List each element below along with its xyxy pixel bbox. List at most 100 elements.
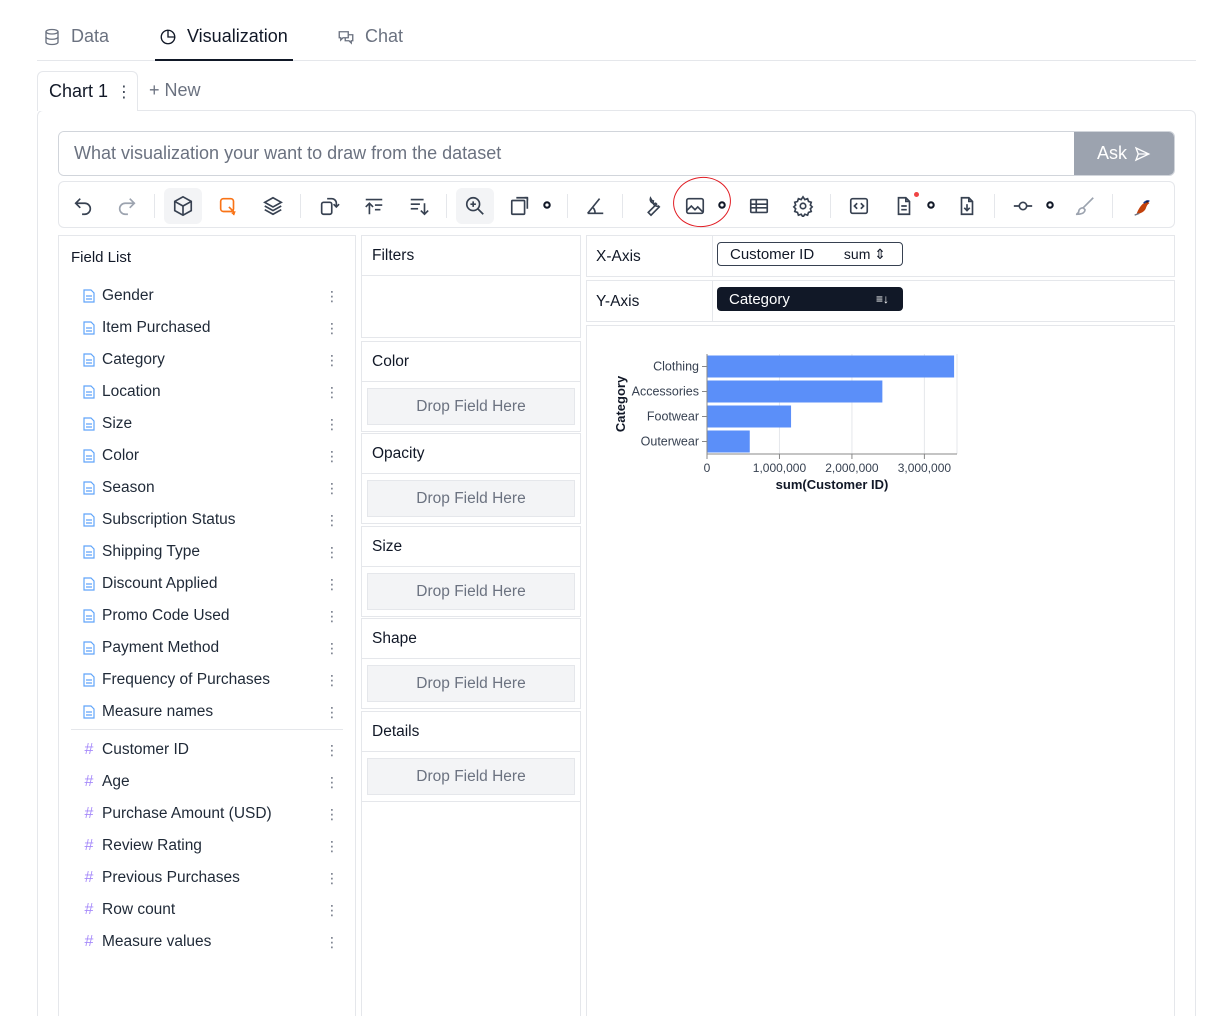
shape-drop-zone[interactable]: Drop Field Here [367,665,575,702]
data-table-button[interactable] [740,188,778,224]
more-vertical-icon[interactable]: ⋮ [325,775,339,789]
image-icon [685,197,705,215]
more-vertical-icon[interactable]: ⋮ [325,353,339,367]
commit-settings-icon[interactable] [1045,200,1055,210]
x-axis-title: sum(Customer ID) [776,477,889,492]
field-name: Item Purchased [102,319,211,336]
more-vertical-icon[interactable]: ⋮ [325,609,339,623]
layers-button[interactable] [254,188,292,224]
field-name: Size [102,415,133,432]
more-vertical-icon[interactable]: ⋮ [325,545,339,559]
field-measure[interactable]: # Previous Purchases ⋮ [83,866,343,890]
tab-visualization[interactable]: Visualization [155,26,293,61]
image-settings-icon[interactable] [717,200,727,210]
field-dimension[interactable]: Payment Method ⋮ [83,636,343,660]
more-vertical-icon[interactable]: ⋮ [325,673,339,687]
more-vertical-icon[interactable]: ⋮ [325,743,339,757]
download-button[interactable] [948,188,986,224]
ask-button[interactable]: Ask [1074,132,1174,175]
text-field-icon [83,385,95,399]
field-measure[interactable]: # Row count ⋮ [83,898,343,922]
field-name: Discount Applied [102,575,218,592]
paint-brush-button[interactable] [1066,188,1104,224]
field-measure[interactable]: # Customer ID ⋮ [83,738,343,762]
more-vertical-icon[interactable]: ⋮ [325,935,339,949]
zoom-button[interactable] [456,188,494,224]
resize-settings-icon[interactable] [542,200,552,210]
ask-input[interactable] [59,132,1074,175]
hash-icon: # [84,869,94,886]
export-file-settings-icon[interactable] [926,200,936,210]
opacity-drop-zone[interactable]: Drop Field Here [367,480,575,517]
redo-button[interactable] [108,188,146,224]
sort-ascending-icon [365,198,383,215]
field-name: Payment Method [102,639,220,656]
y-axis-row: Y-Axis Category ≡↓ [586,280,1175,322]
field-name: Promo Code Used [102,607,230,624]
field-dimension[interactable]: Promo Code Used ⋮ [83,604,343,628]
git-commit-icon [1013,201,1033,211]
details-drop-zone[interactable]: Drop Field Here [367,758,575,795]
field-dimension[interactable]: Measure names ⋮ [83,700,343,724]
mark-type-button[interactable] [164,188,202,224]
more-vertical-icon[interactable]: ⋮ [325,577,339,591]
field-dimension[interactable]: Subscription Status ⋮ [83,508,343,532]
field-dimension[interactable]: Color ⋮ [83,444,343,468]
more-vertical-icon[interactable]: ⋮ [325,705,339,719]
settings-button[interactable] [784,188,822,224]
field-dimension[interactable]: Size ⋮ [83,412,343,436]
field-dimension[interactable]: Category ⋮ [83,348,343,372]
theme-button[interactable] [1123,188,1161,224]
more-vertical-icon[interactable]: ⋮ [325,513,339,527]
tools-button[interactable] [632,188,670,224]
more-vertical-icon[interactable]: ⋮ [325,641,339,655]
notification-dot [914,192,919,197]
undo-button[interactable] [64,188,102,224]
field-measure[interactable]: # Review Rating ⋮ [83,834,343,858]
field-dimension[interactable]: Location ⋮ [83,380,343,404]
sort-ascending-button[interactable] [355,188,393,224]
size-drop-zone[interactable]: Drop Field Here [367,573,575,610]
tab-data[interactable]: Data [43,26,123,61]
x-axis-field-pill[interactable]: Customer ID sum ⇕ [717,242,903,266]
field-name: Location [102,383,161,400]
more-vertical-icon[interactable]: ⋮ [325,417,339,431]
more-vertical-icon[interactable]: ⋮ [325,481,339,495]
sort-descending-button[interactable] [400,188,438,224]
field-dimension[interactable]: Shipping Type ⋮ [83,540,343,564]
more-vertical-icon[interactable]: ⋮ [325,289,339,303]
more-vertical-icon[interactable]: ⋮ [325,871,339,885]
new-chart-tab-button[interactable]: + New [149,80,201,101]
resize-button[interactable] [501,188,539,224]
field-dimension[interactable]: Item Purchased ⋮ [83,316,343,340]
stack-mode-button[interactable] [209,188,247,224]
commit-button[interactable] [1004,188,1042,224]
more-vertical-icon[interactable]: ⋮ [325,321,339,335]
sort-lines-icon[interactable]: ≡↓ [876,292,889,306]
more-vertical-icon[interactable]: ⋮ [325,385,339,399]
field-measure[interactable]: # Age ⋮ [83,770,343,794]
chart-tab-label: Chart 1 [49,81,109,101]
x-tick-label: 3,000,000 [898,461,952,475]
transpose-button[interactable] [310,188,348,224]
file-download-icon [960,196,974,216]
more-vertical-icon[interactable]: ⋮ [325,449,339,463]
more-vertical-icon[interactable]: ⋮ [325,839,339,853]
field-dimension[interactable]: Frequency of Purchases ⋮ [83,668,343,692]
aggregation-select[interactable]: sum ⇕ [844,246,886,263]
more-vertical-icon[interactable]: ⋮ [325,807,339,821]
field-measure[interactable]: # Measure values ⋮ [83,930,343,954]
more-vertical-icon[interactable]: ⋮ [116,82,132,102]
code-export-button[interactable] [840,188,878,224]
y-axis-field-pill[interactable]: Category ≡↓ [717,287,903,311]
chart-tab-1[interactable]: Chart 1 ⋮ [37,71,138,111]
more-vertical-icon[interactable]: ⋮ [325,903,339,917]
field-dimension[interactable]: Season ⋮ [83,476,343,500]
color-drop-zone[interactable]: Drop Field Here [367,388,575,425]
field-dimension[interactable]: Gender ⋮ [83,284,343,308]
field-measure[interactable]: # Purchase Amount (USD) ⋮ [83,802,343,826]
field-dimension[interactable]: Discount Applied ⋮ [83,572,343,596]
tab-chat[interactable]: Chat [337,26,417,61]
export-image-button[interactable] [676,188,714,224]
axis-scale-button[interactable] [576,188,614,224]
